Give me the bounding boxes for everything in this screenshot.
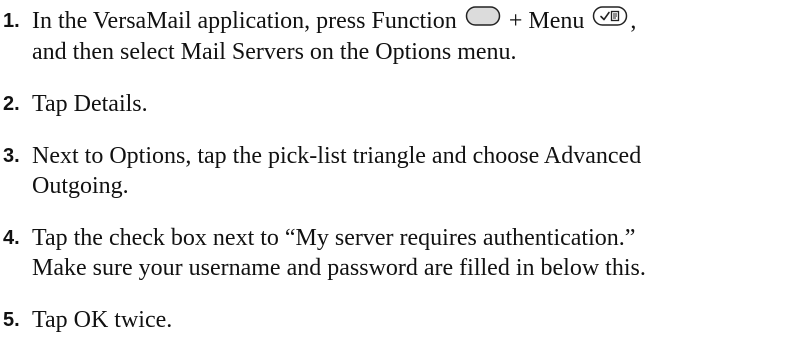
step-text: and then select Mail Servers on the Opti…	[32, 39, 517, 66]
step-4: 4. Tap the check box next to “My server …	[0, 223, 806, 283]
step-number: 1.	[3, 10, 20, 32]
instruction-steps: 1. In the VersaMail application, press F…	[0, 6, 806, 357]
step-text: + Menu	[502, 8, 591, 34]
step-text: Tap Details.	[32, 91, 148, 118]
step-text: In the VersaMail application, press Func…	[32, 8, 463, 34]
step-text: ,	[630, 8, 637, 34]
step-number: 2.	[3, 93, 20, 116]
step-5: 5. Tap OK twice.	[0, 305, 806, 335]
step-text: Make sure your username and password are…	[32, 255, 646, 282]
step-3: 3. Next to Options, tap the pick-list tr…	[0, 141, 806, 201]
step-text: Next to Options, tap the pick-list trian…	[32, 143, 642, 170]
step-line: In the VersaMail application, press Func…	[32, 6, 806, 37]
step-text: Outgoing.	[32, 173, 129, 200]
step-1: 1. In the VersaMail application, press F…	[0, 6, 806, 67]
step-number: 5.	[3, 309, 20, 332]
menu-key-icon	[592, 5, 628, 35]
step-text: Tap OK twice.	[32, 307, 173, 334]
step-2: 2. Tap Details.	[0, 89, 806, 119]
step-number: 4.	[3, 227, 20, 250]
function-key-icon	[465, 5, 501, 35]
step-text: Tap the check box next to “My server req…	[32, 225, 636, 252]
step-number: 3.	[3, 145, 20, 168]
